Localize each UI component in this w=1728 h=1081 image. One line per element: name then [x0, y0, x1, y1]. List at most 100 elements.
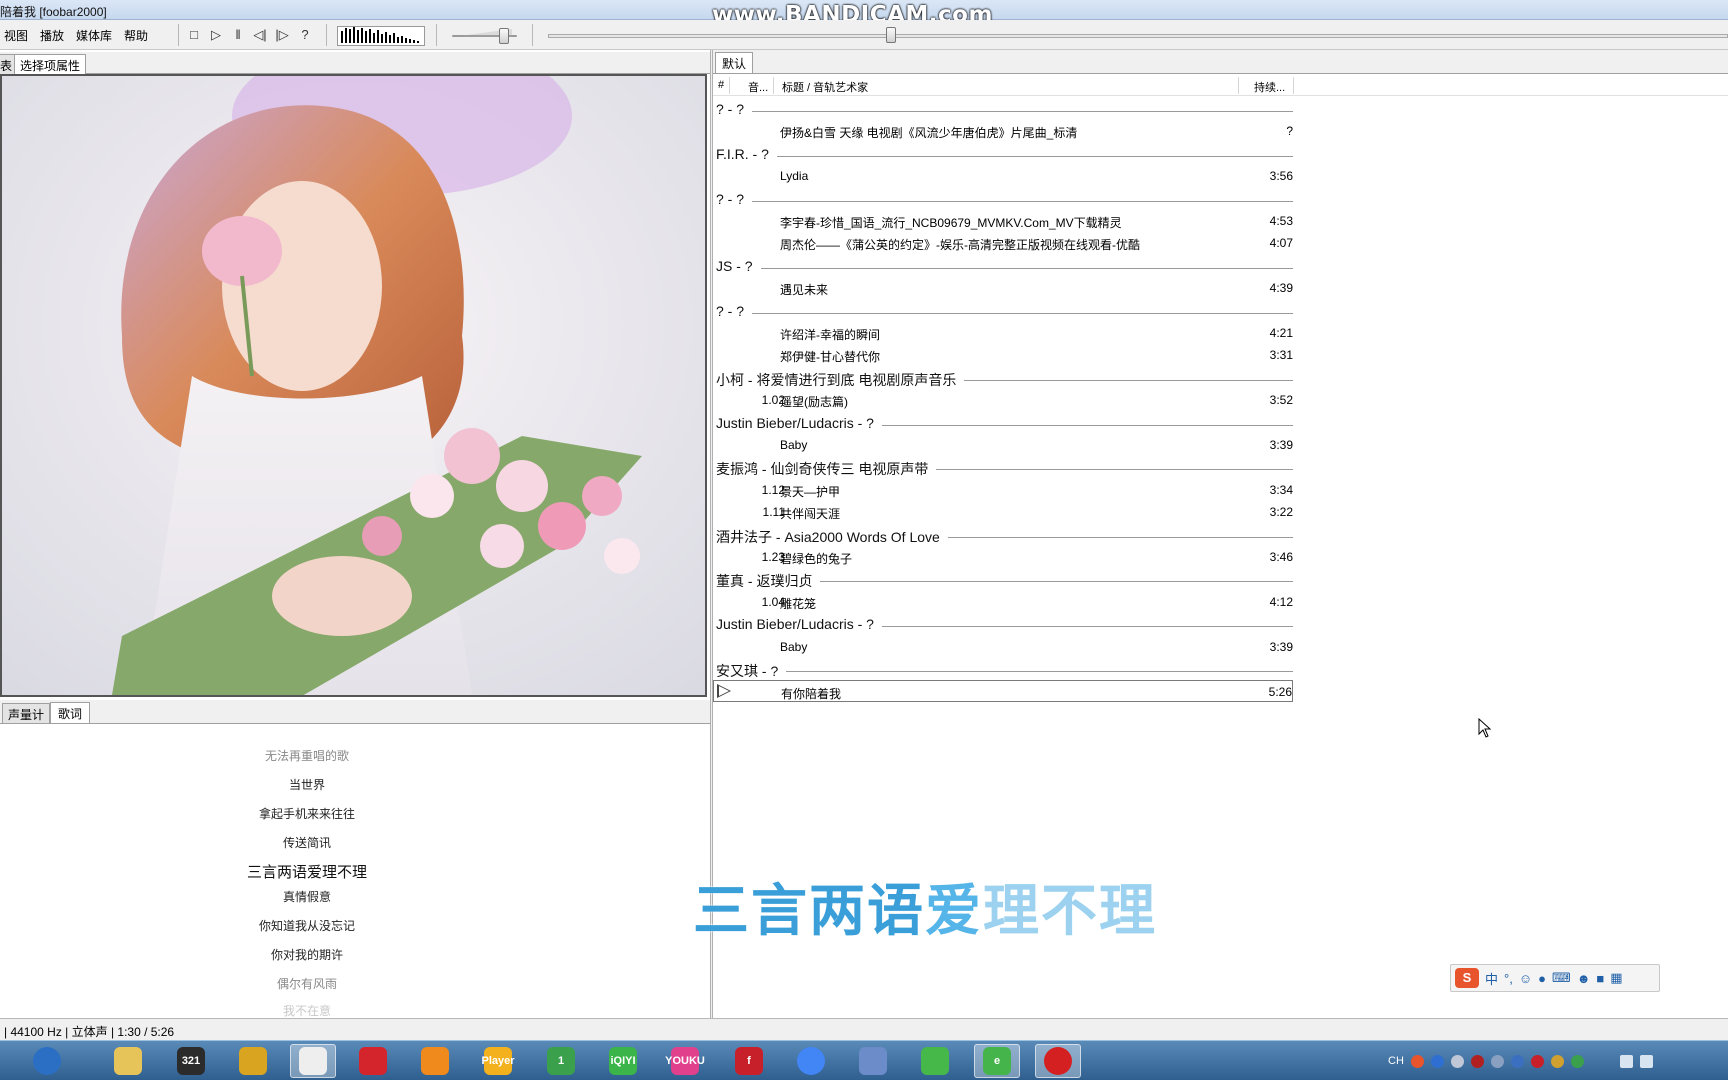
playlist-track-row[interactable]: 周杰伦——《蒲公英的约定》-娱乐-高清完整正版视频在线观看-优酷 4:07: [713, 232, 1293, 254]
ime-microphone-icon[interactable]: ●: [1538, 971, 1546, 986]
volume-slider[interactable]: [452, 28, 517, 44]
chrome-icon: [797, 1047, 825, 1075]
taskbar-player-disc-icon[interactable]: [412, 1044, 458, 1078]
tray-flash-icon[interactable]: [1530, 1054, 1544, 1068]
taskbar-netease-music-icon[interactable]: [350, 1044, 396, 1078]
tray-shield-icon[interactable]: [1510, 1054, 1524, 1068]
taskbar-chrome-icon[interactable]: [788, 1044, 834, 1078]
taskbar-iqiyi-icon[interactable]: iQIYI: [600, 1044, 646, 1078]
playlist-track-row[interactable]: Baby 3:39: [713, 636, 1293, 658]
ime-user-icon[interactable]: ☻: [1577, 971, 1591, 986]
track-duration: 3:56: [1269, 169, 1293, 184]
tab-level-meter[interactable]: 声量计: [2, 703, 51, 723]
tray-arrow-icon[interactable]: [1450, 1054, 1464, 1068]
playlist-group-header[interactable]: JS - ?: [713, 255, 1293, 277]
taskbar-foobar-alien-icon[interactable]: [290, 1044, 336, 1078]
tab-default-playlist[interactable]: 默认: [715, 52, 754, 73]
play-icon[interactable]: ▷: [207, 26, 225, 44]
volume-slider-thumb[interactable]: [499, 28, 509, 44]
playlist-track-row[interactable]: 1.11 共伴闯天涯 3:22: [713, 501, 1293, 523]
taskbar-flash-icon[interactable]: f: [726, 1044, 772, 1078]
menu-view[interactable]: 视图: [0, 27, 36, 44]
playlist-group-header[interactable]: Justin Bieber/Ludacris - ?: [713, 613, 1293, 635]
next-icon[interactable]: |▷: [273, 26, 291, 44]
taskbar-youku-icon[interactable]: YOUKU: [662, 1044, 708, 1078]
taskbar-headphones-icon[interactable]: [230, 1044, 276, 1078]
seek-bar[interactable]: [548, 27, 1728, 43]
track-title: 遇见未来: [780, 283, 829, 298]
ime-emoji-icon[interactable]: ☺: [1519, 971, 1532, 986]
ime-punctuation-toggle[interactable]: °,: [1504, 971, 1513, 986]
taskbar-ie-browser-icon[interactable]: e: [974, 1044, 1020, 1078]
ime-toolbar: S 中 °, ☺ ● ⌨ ☻ ■ ▦: [1450, 964, 1660, 992]
menu-library[interactable]: 媒体库: [72, 27, 120, 44]
menu-help[interactable]: 帮助: [120, 27, 156, 44]
playlist-group-header[interactable]: 董真 - 返璞归贞: [713, 568, 1293, 592]
playlist-group-header[interactable]: ? - ?: [713, 300, 1293, 322]
taskbar-360-icon[interactable]: 1: [538, 1044, 584, 1078]
previous-icon[interactable]: ◁|: [251, 26, 269, 44]
playlist-group-header[interactable]: 麦振鸿 - 仙剑奇侠传三 电视原声带: [713, 456, 1293, 480]
tray-sogou-icon[interactable]: [1410, 1054, 1424, 1068]
taskbar-start-orb-icon[interactable]: [24, 1044, 70, 1078]
tray-360-icon[interactable]: [1570, 1054, 1584, 1068]
column-title-artist[interactable]: 标题 / 音轨艺术家: [782, 79, 868, 95]
stop-icon[interactable]: □: [185, 26, 203, 44]
playlist-track-row[interactable]: 李宇春-珍惜_国语_流行_NCB09679_MVMKV.Com_MV下载精灵 4:…: [713, 210, 1293, 232]
playlist-track-row[interactable]: 郑伊健-甘心替代你 3:31: [713, 344, 1293, 366]
taskbar-bandicam-record-icon[interactable]: [1035, 1044, 1081, 1078]
tray-language[interactable]: CH: [1388, 1055, 1404, 1067]
desktop-lyric-overlay[interactable]: 三言两语爱理不理: [693, 866, 1157, 947]
status-bar: | 44100 Hz | 立体声 | 1:30 / 5:26: [0, 1018, 1728, 1040]
sogou-ime-icon[interactable]: S: [1455, 968, 1479, 988]
tray-help-icon[interactable]: [1430, 1054, 1444, 1068]
playlist-group-header[interactable]: 酒井法子 - Asia2000 Words Of Love: [713, 524, 1293, 547]
lyric-line: 你知道我从没忘记: [258, 919, 355, 933]
playlist-group-header[interactable]: ? - ?: [713, 188, 1293, 210]
playlist-group-header[interactable]: Justin Bieber/Ludacris - ?: [713, 412, 1293, 434]
taskbar-play-green-icon[interactable]: [912, 1044, 958, 1078]
ime-skin-icon[interactable]: ■: [1596, 971, 1604, 986]
ime-keyboard-icon[interactable]: ⌨: [1552, 970, 1571, 986]
playlist-track-row[interactable]: Lydia 3:56: [713, 165, 1293, 187]
tray-record-icon[interactable]: [1470, 1054, 1484, 1068]
playlist-track-row[interactable]: 1.04 雕花笼 4:12: [713, 591, 1293, 613]
headphones-icon: [239, 1047, 267, 1075]
taskbar-media-321-icon[interactable]: 321: [168, 1044, 214, 1078]
random-icon[interactable]: ?: [296, 26, 314, 44]
ime-language-toggle[interactable]: 中: [1485, 969, 1498, 988]
playlist-track-row[interactable]: 伊扬&白雪 天缘 电视剧《风流少年唐伯虎》片尾曲_标清?: [713, 120, 1293, 142]
tab-selection-properties[interactable]: 选择项属性: [14, 54, 87, 75]
playlist-track-row[interactable]: 1.02 遥望(励志篇) 3:52: [713, 389, 1293, 411]
track-duration: 4:21: [1269, 326, 1293, 340]
column-duration[interactable]: 持续...: [1254, 79, 1285, 95]
playlist-track-row[interactable]: 许绍洋-幸福的瞬间 4:21: [713, 322, 1293, 344]
playlist-track-row[interactable]: Baby 3:39: [713, 434, 1293, 456]
taskbar-file-explorer-icon[interactable]: [105, 1044, 151, 1078]
column-track[interactable]: 音...: [748, 79, 768, 95]
menu-playback[interactable]: 播放: [36, 27, 72, 44]
track-title: 共伴闯天涯: [780, 507, 841, 522]
tray-network-icon[interactable]: [1639, 1054, 1653, 1068]
playlist-track-row[interactable]: 1.23 碧绿色的兔子 3:46: [713, 546, 1293, 568]
tray-volume-icon[interactable]: [1619, 1054, 1633, 1068]
playlist-track-row[interactable]: 1.12 景天—护甲 3:34: [713, 479, 1293, 501]
playlist-group-header[interactable]: F.I.R. - ?: [713, 143, 1293, 165]
tray-power-icon[interactable]: [1490, 1054, 1504, 1068]
taskbar-kmplayer-icon[interactable]: Player: [475, 1044, 521, 1078]
taskbar-bird-app-icon[interactable]: [850, 1044, 896, 1078]
now-playing-icon: [717, 684, 731, 699]
seek-bar-thumb[interactable]: [886, 27, 897, 43]
playlist-track-row[interactable]: 遇见未来 4:39: [713, 277, 1293, 299]
tab-lyrics[interactable]: 歌词: [50, 702, 91, 723]
playlist-group-header[interactable]: 小柯 - 将爱情进行到底 电视剧原声音乐: [713, 367, 1293, 390]
ime-menu-icon[interactable]: ▦: [1610, 970, 1622, 986]
tray-tool-icon[interactable]: [1550, 1054, 1564, 1068]
playlist-group-header[interactable]: 安又琪 - ?: [713, 658, 1293, 681]
playlist-group-header[interactable]: ? - ?: [713, 98, 1293, 120]
toolbar-separator: [532, 24, 533, 46]
column-number[interactable]: #: [718, 79, 724, 91]
playlist-track-row-playing[interactable]: 有你陪着我 5:26: [713, 680, 1293, 703]
track-duration: 3:39: [1269, 639, 1293, 654]
pause-icon[interactable]: ‖: [229, 26, 247, 44]
